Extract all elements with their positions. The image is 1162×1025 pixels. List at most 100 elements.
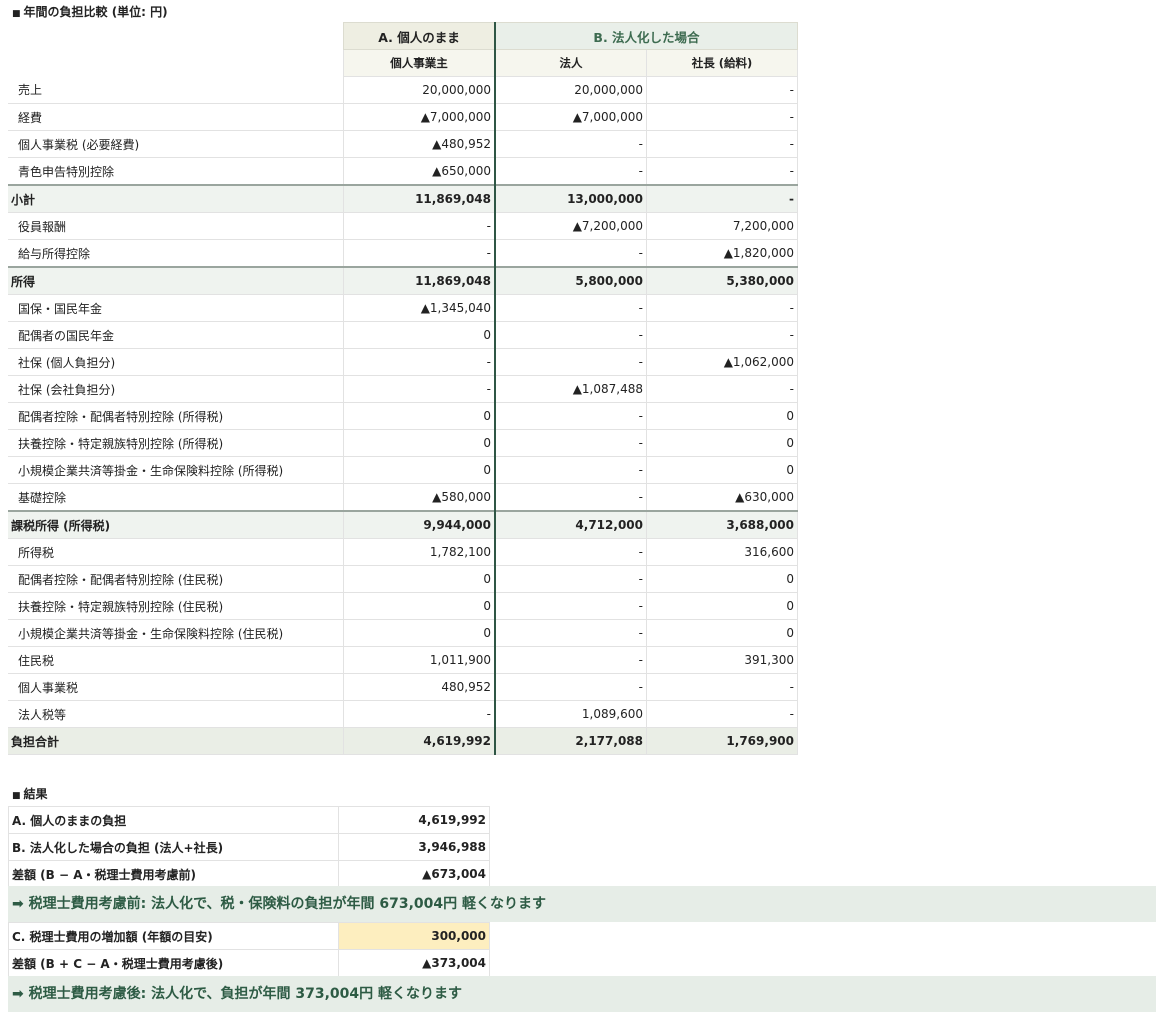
row-label: 基礎控除 [8, 483, 344, 512]
column-header-president-salary: 社長 (給料) [646, 49, 798, 77]
cell-president-salary: 0 [646, 429, 798, 457]
cell-president-salary: - [646, 673, 798, 701]
cell-corporation: - [494, 673, 647, 701]
row-label: 個人事業税 [8, 673, 344, 701]
result-row-diff-after: 差額 (B + C − A・税理士費用考慮後) ▲373,004 [8, 949, 490, 977]
cell-sole-proprietor: 0 [343, 619, 496, 647]
result-table-bottom: C. 税理士費用の増加額 (年額の目安) 300,000 差額 (B + C −… [8, 922, 490, 977]
column-header-row: 個人事業主 法人 社長 (給料) [8, 49, 798, 77]
comparison-table: A. 個人のまま B. 法人化した場合 個人事業主 法人 社長 (給料) 売上 2… [8, 22, 798, 755]
cell-sole-proprietor: 11,869,048 [343, 266, 496, 295]
cell-president-salary: 0 [646, 592, 798, 620]
result-label-diff-after: 差額 (B + C − A・税理士費用考慮後) [8, 949, 339, 977]
cell-sole-proprietor: 4,619,992 [343, 727, 496, 755]
cell-corporation: - [494, 130, 647, 158]
result-banner-after-fees: ➡ 税理士費用考慮後: 法人化で、負担が年間 373,004円 軽くなります [8, 976, 1156, 1012]
row-label: 負担合計 [8, 727, 344, 755]
row-label: 青色申告特別控除 [8, 157, 344, 186]
cell-sole-proprietor: 0 [343, 321, 496, 349]
result-label-diff-before: 差額 (B − A・税理士費用考慮前) [8, 860, 339, 888]
cell-corporation: - [494, 429, 647, 457]
subtotal-row: 課税所得 (所得税) 9,944,000 4,712,000 3,688,000 [8, 510, 798, 539]
cell-corporation: - [494, 646, 647, 674]
row-label: 所得税 [8, 538, 344, 566]
cell-president-salary: - [646, 294, 798, 322]
result-value-diff-after: ▲373,004 [338, 949, 490, 977]
row-label: 課税所得 (所得税) [8, 510, 344, 539]
result-label-c: C. 税理士費用の増加額 (年額の目安) [8, 922, 339, 950]
cell-corporation: 4,712,000 [494, 510, 647, 539]
cell-corporation: - [494, 321, 647, 349]
result-row-b: B. 法人化した場合の負担 (法人+社長) 3,946,988 [8, 833, 490, 861]
cell-sole-proprietor: ▲1,345,040 [343, 294, 496, 322]
row-label: 法人税等 [8, 700, 344, 728]
cell-corporation: - [494, 619, 647, 647]
group-header-row: A. 個人のまま B. 法人化した場合 [8, 22, 798, 50]
cell-corporation: - [494, 348, 647, 376]
group-header-a: A. 個人のまま [343, 22, 496, 50]
table-row: 小規模企業共済等掛金・生命保険料控除 (所得税) 0-0 [8, 456, 798, 484]
cell-president-salary: ▲1,820,000 [646, 239, 798, 268]
row-label: 配偶者の国民年金 [8, 321, 344, 349]
table-row: 給与所得控除 - - ▲1,820,000 [8, 239, 798, 268]
table-row: 経費 ▲7,000,000 ▲7,000,000- [8, 103, 798, 131]
cell-sole-proprietor: - [343, 700, 496, 728]
cell-sole-proprietor: - [343, 212, 496, 240]
group-header-b: B. 法人化した場合 [494, 22, 798, 50]
cell-sole-proprietor: 11,869,048 [343, 184, 496, 213]
cell-president-salary: 316,600 [646, 538, 798, 566]
cell-sole-proprietor: 0 [343, 565, 496, 593]
cell-corporation: ▲7,200,000 [494, 212, 647, 240]
table-row: 配偶者の国民年金 0- - [8, 321, 798, 349]
row-label: 所得 [8, 266, 344, 295]
cell-sole-proprietor: ▲580,000 [343, 483, 496, 512]
table-row: 社保 (会社負担分) - ▲1,087,488- [8, 375, 798, 403]
cell-president-salary: - [646, 76, 798, 104]
cell-president-salary: 7,200,000 [646, 212, 798, 240]
table-row: 法人税等 -1,089,600- [8, 700, 798, 728]
table-row: 住民税 1,011,900-391,300 [8, 646, 798, 674]
table-row: 所得税 1,782,100-316,600 [8, 538, 798, 566]
cell-sole-proprietor: - [343, 375, 496, 403]
result-table-top: A. 個人のままの負担 4,619,992 B. 法人化した場合の負担 (法人+… [8, 806, 490, 888]
table-row: 青色申告特別控除 ▲650,000- - [8, 157, 798, 186]
cell-sole-proprietor: ▲7,000,000 [343, 103, 496, 131]
cell-president-salary: 0 [646, 456, 798, 484]
row-label: 小規模企業共済等掛金・生命保険料控除 (住民税) [8, 619, 344, 647]
cell-president-salary: ▲630,000 [646, 483, 798, 512]
row-label: 小計 [8, 184, 344, 213]
cell-corporation: - [494, 565, 647, 593]
table-row: 役員報酬 - ▲7,200,000 7,200,000 [8, 212, 798, 240]
cell-sole-proprietor: - [343, 239, 496, 268]
cell-sole-proprietor: 0 [343, 592, 496, 620]
result-value-c: 300,000 [338, 922, 490, 950]
row-label: 経費 [8, 103, 344, 131]
cell-president-salary: 0 [646, 619, 798, 647]
total-row: 負担合計 4,619,992 2,177,088 1,769,900 [8, 727, 798, 755]
row-label: 小規模企業共済等掛金・生命保険料控除 (所得税) [8, 456, 344, 484]
table-row: 配偶者控除・配偶者特別控除 (所得税) 0-0 [8, 402, 798, 430]
cell-corporation: ▲1,087,488 [494, 375, 647, 403]
table-row: 売上 20,000,000 20,000,000- [8, 76, 798, 104]
cell-president-salary: 0 [646, 402, 798, 430]
result-label-b: B. 法人化した場合の負担 (法人+社長) [8, 833, 339, 861]
result-value-diff-before: ▲673,004 [338, 860, 490, 888]
table-row: 扶養控除・特定親族特別控除 (住民税) 0-0 [8, 592, 798, 620]
cell-corporation: - [494, 592, 647, 620]
row-label: 社保 (個人負担分) [8, 348, 344, 376]
cell-sole-proprietor: 20,000,000 [343, 76, 496, 104]
cell-corporation: ▲7,000,000 [494, 103, 647, 131]
cell-sole-proprietor: 0 [343, 429, 496, 457]
table-row: 配偶者控除・配偶者特別控除 (住民税) 0-0 [8, 565, 798, 593]
cell-corporation: - [494, 402, 647, 430]
subtotal-row: 小計 11,869,048 13,000,000- [8, 184, 798, 213]
result-value-a: 4,619,992 [338, 806, 490, 834]
cell-president-salary: 5,380,000 [646, 266, 798, 295]
cell-corporation: - [494, 538, 647, 566]
cell-president-salary: - [646, 700, 798, 728]
column-header-sole-proprietor: 個人事業主 [343, 49, 496, 77]
cell-president-salary: - [646, 184, 798, 213]
row-label: 個人事業税 (必要経費) [8, 130, 344, 158]
result-row-c: C. 税理士費用の増加額 (年額の目安) 300,000 [8, 922, 490, 950]
cell-corporation: - [494, 294, 647, 322]
